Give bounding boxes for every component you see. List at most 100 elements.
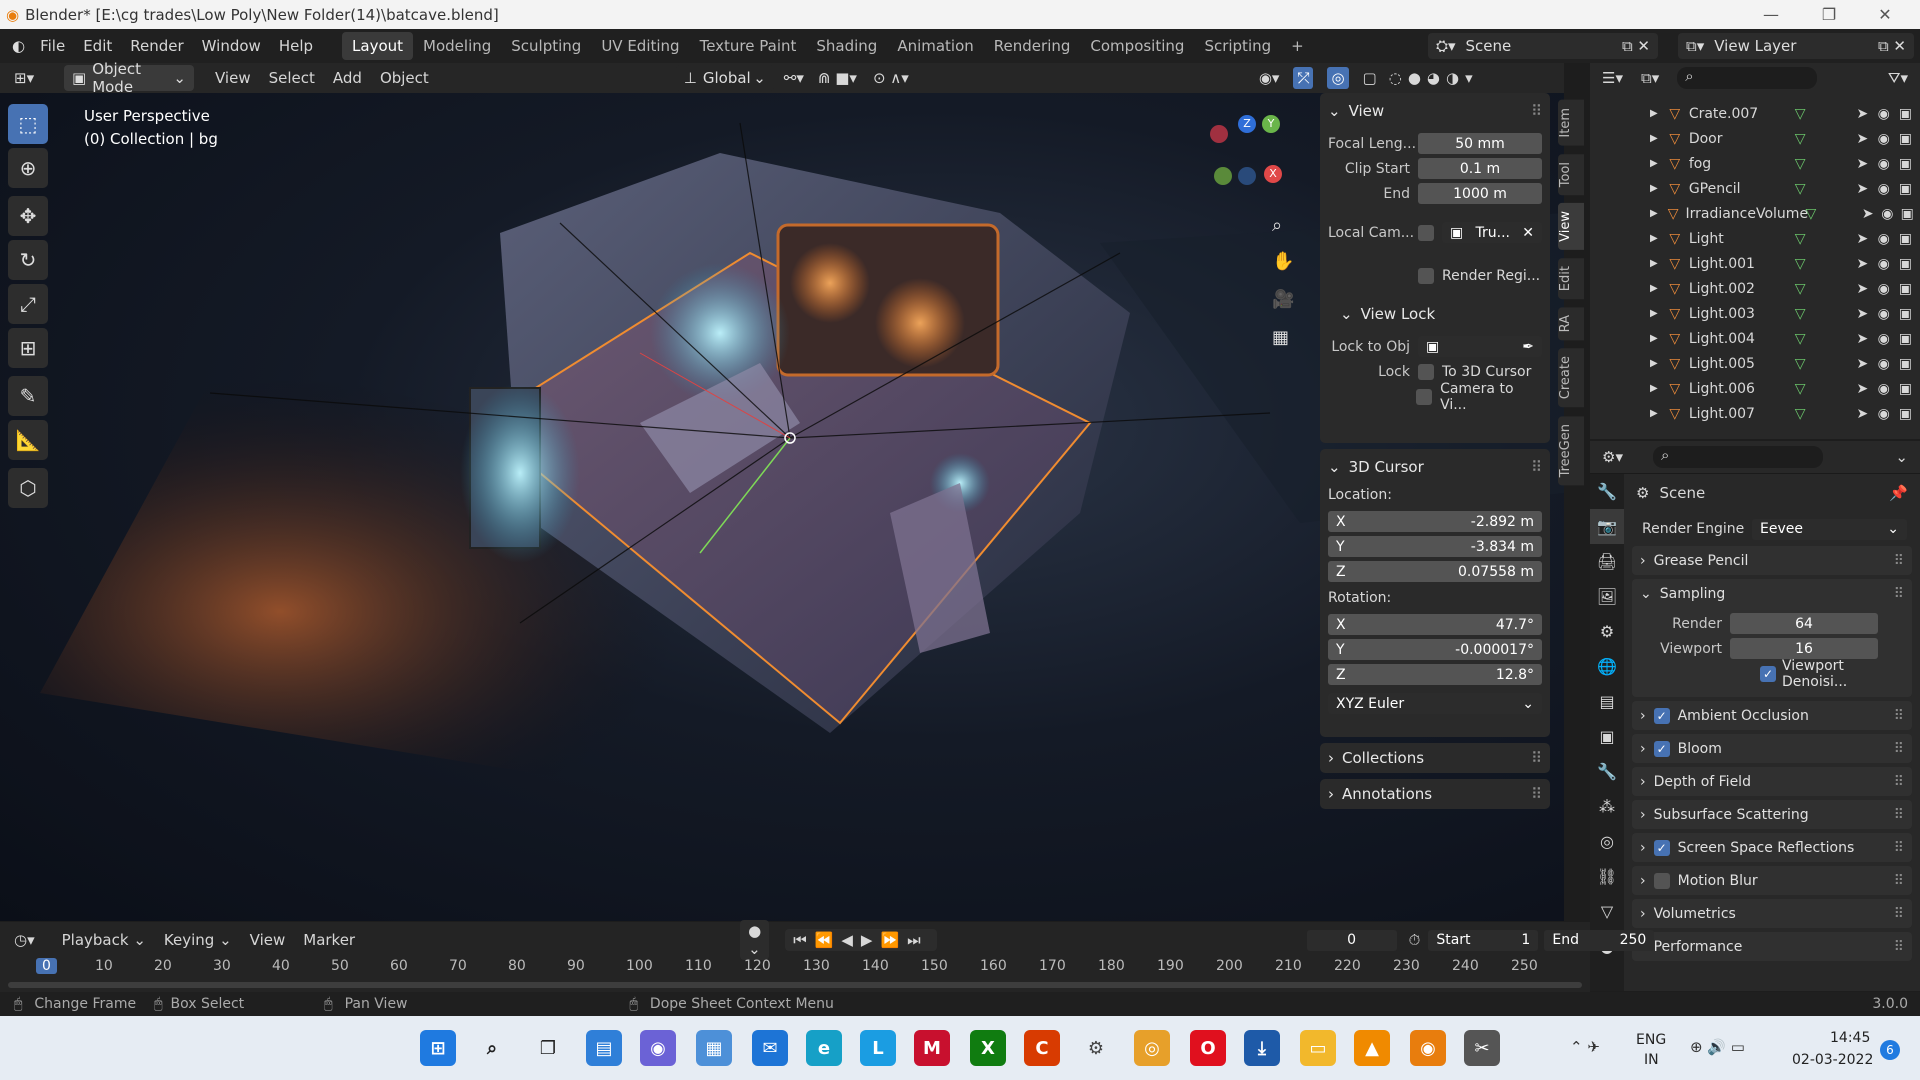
- transform-tool-icon[interactable]: ⊞: [8, 328, 48, 368]
- physics-tab-icon[interactable]: ◎: [1590, 824, 1624, 859]
- maximize-button[interactable]: ❐: [1806, 0, 1852, 29]
- settings-icon[interactable]: ⚙: [1078, 1030, 1114, 1066]
- drag-handle-icon[interactable]: ⠿: [1894, 840, 1904, 856]
- filter-icon[interactable]: ⛛▾: [1888, 69, 1908, 87]
- render-section[interactable]: › ✓ Bloom ⠿: [1632, 734, 1912, 763]
- sampling-section[interactable]: ⌄ Sampling ⠿ Render 64 Viewport 16 ✓ Viewport…: [1632, 579, 1912, 697]
- ortho-grid-icon[interactable]: ▦: [1272, 327, 1289, 348]
- scene-tab-icon[interactable]: ⚙: [1590, 614, 1624, 649]
- clock-time[interactable]: 14:45: [1830, 1030, 1870, 1046]
- selectable-icon[interactable]: ➤: [1856, 381, 1877, 397]
- outliner-row[interactable]: ▶ ▽ Light.001 ▽ ➤ ◉ ▣: [1590, 251, 1920, 276]
- drag-handle-icon[interactable]: ⠿: [1894, 807, 1904, 823]
- tab-tool[interactable]: Tool: [1558, 153, 1584, 195]
- chevron-down-icon[interactable]: ⌄: [1895, 448, 1908, 466]
- viewport-menu-view[interactable]: View: [206, 69, 260, 87]
- photos-icon[interactable]: ▦: [696, 1030, 732, 1066]
- add-workspace-icon[interactable]: +: [1281, 32, 1314, 60]
- gizmo-y-icon[interactable]: Y: [1262, 115, 1280, 133]
- render-camera-icon[interactable]: ▣: [1899, 406, 1920, 422]
- search-icon[interactable]: ⌕: [474, 1030, 510, 1066]
- new-scene-icon[interactable]: ⧉ ✕: [1622, 37, 1650, 55]
- minimize-button[interactable]: —: [1748, 0, 1794, 29]
- file-explorer-icon[interactable]: ▭: [1300, 1030, 1336, 1066]
- gizmo-neg-x-icon[interactable]: [1210, 125, 1228, 143]
- render-section[interactable]: › Depth of Field ⠿: [1632, 767, 1912, 796]
- drag-handle-icon[interactable]: ⠿: [1894, 939, 1904, 955]
- current-frame-field[interactable]: 0: [1306, 929, 1397, 951]
- outliner-row[interactable]: ▶ ▽ Light.007 ▽ ➤ ◉ ▣: [1590, 401, 1920, 426]
- expand-arrow-icon[interactable]: ▶: [1650, 333, 1669, 344]
- render-camera-icon[interactable]: ▣: [1899, 331, 1920, 347]
- tool-tab-icon[interactable]: 🔧: [1590, 474, 1624, 509]
- view-lock-header[interactable]: ⌄ View Lock: [1328, 302, 1542, 326]
- windows-start-icon[interactable]: ⊞: [420, 1030, 456, 1066]
- outliner-row[interactable]: ▶ ▽ Light.002 ▽ ➤ ◉ ▣: [1590, 276, 1920, 301]
- render-camera-icon[interactable]: ▣: [1899, 256, 1920, 272]
- menu-file[interactable]: File: [31, 37, 74, 55]
- tab-sculpting[interactable]: Sculpting: [501, 32, 591, 60]
- constraints-tab-icon[interactable]: ⛓: [1590, 859, 1624, 894]
- viewport-denoise-checkbox[interactable]: ✓: [1760, 665, 1776, 682]
- blender-app-icon[interactable]: ◉: [1410, 1030, 1446, 1066]
- outliner-row[interactable]: ▶ ▽ GPencil ▽ ➤ ◉ ▣: [1590, 176, 1920, 201]
- menu-render[interactable]: Render: [121, 37, 192, 55]
- gizmo-x-icon[interactable]: X: [1264, 165, 1282, 183]
- edge-browser-icon[interactable]: e: [806, 1030, 842, 1066]
- view-panel-header[interactable]: ⌄ View ⠿: [1328, 99, 1542, 123]
- outliner-row[interactable]: ▶ ▽ fog ▽ ➤ ◉ ▣: [1590, 151, 1920, 176]
- eye-icon[interactable]: ◉: [1878, 256, 1899, 272]
- outliner-row[interactable]: ▶ ▽ Door ▽ ➤ ◉ ▣: [1590, 126, 1920, 151]
- grease-pencil-section[interactable]: › Grease Pencil ⠿: [1632, 546, 1912, 575]
- start-frame-field[interactable]: Start 1: [1428, 929, 1539, 951]
- tab-scripting[interactable]: Scripting: [1194, 32, 1281, 60]
- tab-view[interactable]: View: [1558, 202, 1584, 250]
- viewport-menu-object[interactable]: Object: [371, 69, 438, 87]
- render-samples-field[interactable]: 64: [1730, 613, 1878, 634]
- drag-handle-icon[interactable]: ⠿: [1531, 785, 1542, 803]
- timeline-editor-type-icon[interactable]: ◷▾: [14, 931, 35, 949]
- new-view-layer-icon[interactable]: ⧉ ✕: [1878, 37, 1906, 55]
- render-section[interactable]: ›Performance⠿: [1632, 932, 1912, 961]
- lock-to-3d-cursor-checkbox[interactable]: [1418, 363, 1434, 380]
- marker-menu[interactable]: Marker: [294, 931, 364, 949]
- vlc-icon[interactable]: ▲: [1354, 1030, 1390, 1066]
- cursor-rotation-y[interactable]: Y -0.000017°: [1328, 639, 1542, 660]
- selectable-icon[interactable]: ➤: [1856, 156, 1877, 172]
- autokey-icon[interactable]: ● ⌄: [740, 920, 770, 960]
- playback-menu[interactable]: Playback ⌄: [53, 931, 155, 949]
- outliner-search-input[interactable]: ⌕: [1677, 67, 1818, 89]
- drag-handle-icon[interactable]: ⠿: [1894, 586, 1904, 602]
- render-engine-dropdown[interactable]: Eevee ⌄: [1752, 518, 1907, 540]
- playback-controls[interactable]: ⏮⏪◀▶⏩⏭: [785, 929, 937, 951]
- selectable-icon[interactable]: ➤: [1856, 356, 1877, 372]
- view-layer-selector[interactable]: ⧉▾ View Layer ⧉ ✕: [1678, 33, 1914, 59]
- eye-icon[interactable]: ◉: [1878, 331, 1899, 347]
- selectable-icon[interactable]: ➤: [1856, 406, 1877, 422]
- drag-handle-icon[interactable]: ⠿: [1894, 774, 1904, 790]
- properties-editor-type-icon[interactable]: ⚙▾: [1602, 448, 1623, 466]
- gizmo-neg-y-icon[interactable]: [1214, 167, 1232, 185]
- section-enable-checkbox[interactable]: [1653, 872, 1670, 889]
- language-code[interactable]: ENG: [1636, 1032, 1666, 1048]
- close-icon[interactable]: ✕: [1522, 225, 1534, 241]
- outliner-row[interactable]: ▶ ▽ Crate.007 ▽ ➤ ◉ ▣: [1590, 101, 1920, 126]
- drag-handle-icon[interactable]: ⠿: [1894, 741, 1904, 757]
- selectable-icon[interactable]: ➤: [1856, 331, 1877, 347]
- expand-arrow-icon[interactable]: ▶: [1650, 208, 1668, 219]
- scene-selector[interactable]: ⛭▾ Scene ⧉ ✕: [1428, 33, 1658, 59]
- cursor-location-x[interactable]: X -2.892 m: [1328, 511, 1542, 532]
- section-enable-checkbox[interactable]: ✓: [1653, 839, 1670, 856]
- camera-to-view-checkbox[interactable]: [1416, 388, 1433, 405]
- timeline-scrollbar[interactable]: [8, 982, 1582, 988]
- view-layer-tab-icon[interactable]: 🖼: [1590, 579, 1624, 614]
- eye-icon[interactable]: ◉: [1878, 356, 1899, 372]
- menu-edit[interactable]: Edit: [74, 37, 121, 55]
- notification-badge[interactable]: 6: [1880, 1040, 1900, 1060]
- gizmo-toggle-icon[interactable]: ⤱: [1293, 67, 1314, 89]
- render-section[interactable]: › Volumetrics ⠿: [1632, 899, 1912, 928]
- selectable-icon[interactable]: ➤: [1856, 181, 1877, 197]
- outliner-row[interactable]: ▶ ▽ Light.004 ▽ ➤ ◉ ▣: [1590, 326, 1920, 351]
- display-mode-icon[interactable]: ⧉▾: [1641, 69, 1659, 87]
- expand-arrow-icon[interactable]: ▶: [1650, 308, 1669, 319]
